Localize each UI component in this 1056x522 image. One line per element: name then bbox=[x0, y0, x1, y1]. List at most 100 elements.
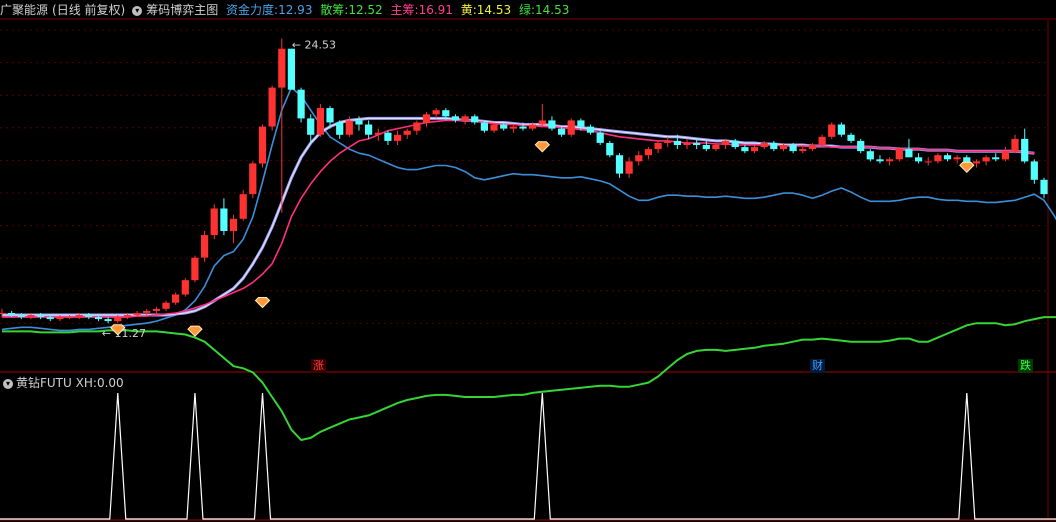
candle-body bbox=[596, 132, 604, 143]
yellow-value: 14.53 bbox=[476, 3, 512, 17]
candle-body bbox=[287, 48, 295, 90]
candle-body bbox=[529, 124, 537, 129]
retail-chip-label: 散筹: bbox=[320, 3, 349, 17]
candle-body bbox=[133, 313, 141, 315]
candle-body bbox=[403, 130, 411, 135]
candle-body bbox=[673, 140, 681, 145]
candle-body bbox=[924, 161, 932, 163]
candle-body bbox=[953, 157, 961, 160]
candle-body bbox=[712, 145, 720, 150]
candle-body bbox=[422, 114, 431, 123]
candle-body bbox=[442, 110, 450, 117]
candle-body bbox=[828, 124, 836, 137]
candle-body bbox=[355, 120, 363, 125]
candle-body bbox=[1001, 151, 1009, 160]
candle-body bbox=[915, 157, 923, 162]
candle-body bbox=[162, 302, 170, 309]
candle-body bbox=[17, 315, 25, 317]
candle-body bbox=[191, 257, 199, 281]
period-label: (日线 前复权) bbox=[52, 3, 126, 17]
candle-body bbox=[181, 280, 189, 295]
candle-body bbox=[152, 308, 160, 311]
candle-body bbox=[345, 120, 353, 135]
candle-body bbox=[886, 159, 894, 162]
candle-body bbox=[789, 145, 797, 152]
chevron-down-icon[interactable]: ▾ bbox=[132, 5, 143, 16]
high-price-label: ← 24.53 bbox=[292, 38, 336, 51]
candle-body bbox=[615, 155, 624, 174]
diamond-icon bbox=[254, 296, 271, 309]
candle-body bbox=[943, 155, 952, 160]
candle-body bbox=[336, 122, 344, 135]
candle-body bbox=[1011, 138, 1019, 152]
candle-body bbox=[8, 313, 16, 315]
candle-body bbox=[210, 208, 218, 236]
candle-body bbox=[490, 124, 498, 131]
indicator-name[interactable]: 筹码博弈主图 bbox=[146, 3, 218, 17]
candle-body bbox=[693, 143, 701, 145]
candle-body bbox=[847, 134, 855, 141]
candle-body bbox=[683, 143, 691, 145]
candle-body bbox=[895, 149, 903, 160]
candle-body bbox=[779, 145, 788, 150]
candle-body bbox=[1021, 138, 1029, 162]
candle-body bbox=[731, 140, 739, 147]
candle-body bbox=[94, 317, 103, 320]
candle-body bbox=[722, 140, 730, 145]
candle-body bbox=[239, 194, 247, 219]
fund-power-value: 12.93 bbox=[278, 3, 313, 17]
diamond-icon bbox=[534, 141, 551, 153]
candle-body bbox=[46, 317, 54, 320]
candle-body bbox=[471, 116, 479, 123]
candle-body bbox=[558, 128, 566, 135]
candle-body bbox=[123, 315, 131, 317]
stock-name[interactable]: 广聚能源 bbox=[0, 3, 48, 17]
green-value: 14.53 bbox=[535, 3, 570, 17]
event-marker-rise[interactable]: 涨 bbox=[311, 359, 326, 373]
candle-body bbox=[750, 147, 759, 152]
candle-body bbox=[451, 116, 459, 121]
candle-body bbox=[992, 157, 1000, 160]
candle-body bbox=[65, 317, 74, 319]
chart-canvas: ← 24.53← 11.27 bbox=[0, 18, 1056, 521]
sub-indicator-name[interactable]: 黄钻FUTU bbox=[16, 376, 72, 390]
candle-body bbox=[258, 126, 267, 164]
candle-body bbox=[278, 48, 286, 88]
candle-body bbox=[702, 145, 710, 150]
candle-body bbox=[538, 120, 546, 125]
candle-body bbox=[567, 120, 575, 135]
candle-body bbox=[799, 149, 807, 152]
candle-body bbox=[635, 155, 643, 162]
retail-chip-value: 12.52 bbox=[348, 3, 383, 17]
candle-body bbox=[413, 122, 421, 131]
candle-body bbox=[770, 143, 778, 150]
event-marker-finance[interactable]: 财 bbox=[810, 359, 825, 373]
candle-body bbox=[480, 122, 488, 131]
candle-body bbox=[837, 124, 845, 135]
diamond-icon bbox=[959, 161, 975, 174]
chevron-down-icon[interactable]: ▾ bbox=[3, 378, 13, 389]
candle-body bbox=[664, 140, 672, 143]
candle-body bbox=[818, 136, 826, 145]
candle-body bbox=[394, 134, 402, 141]
line-main-chips bbox=[2, 119, 1035, 318]
candle-body bbox=[229, 218, 238, 232]
candle-body bbox=[114, 317, 122, 322]
candle-body bbox=[307, 118, 315, 135]
candle-body bbox=[384, 132, 392, 141]
fund-power-label: 资金力度: bbox=[226, 3, 279, 17]
candle-body bbox=[857, 140, 865, 152]
main-chip-value: 16.91 bbox=[418, 3, 453, 17]
candle-body bbox=[1040, 179, 1048, 195]
candle-body bbox=[1030, 161, 1038, 180]
candle-body bbox=[519, 126, 527, 129]
candle-body bbox=[37, 315, 45, 317]
candle-body bbox=[625, 161, 633, 174]
candle-body bbox=[760, 143, 768, 148]
candle-body bbox=[75, 315, 83, 317]
xh-value: 0.00 bbox=[96, 376, 124, 390]
candle-body bbox=[654, 143, 662, 150]
candle-body bbox=[268, 87, 276, 127]
event-marker-fall[interactable]: 跌 bbox=[1018, 359, 1033, 373]
candle-body bbox=[509, 126, 517, 129]
